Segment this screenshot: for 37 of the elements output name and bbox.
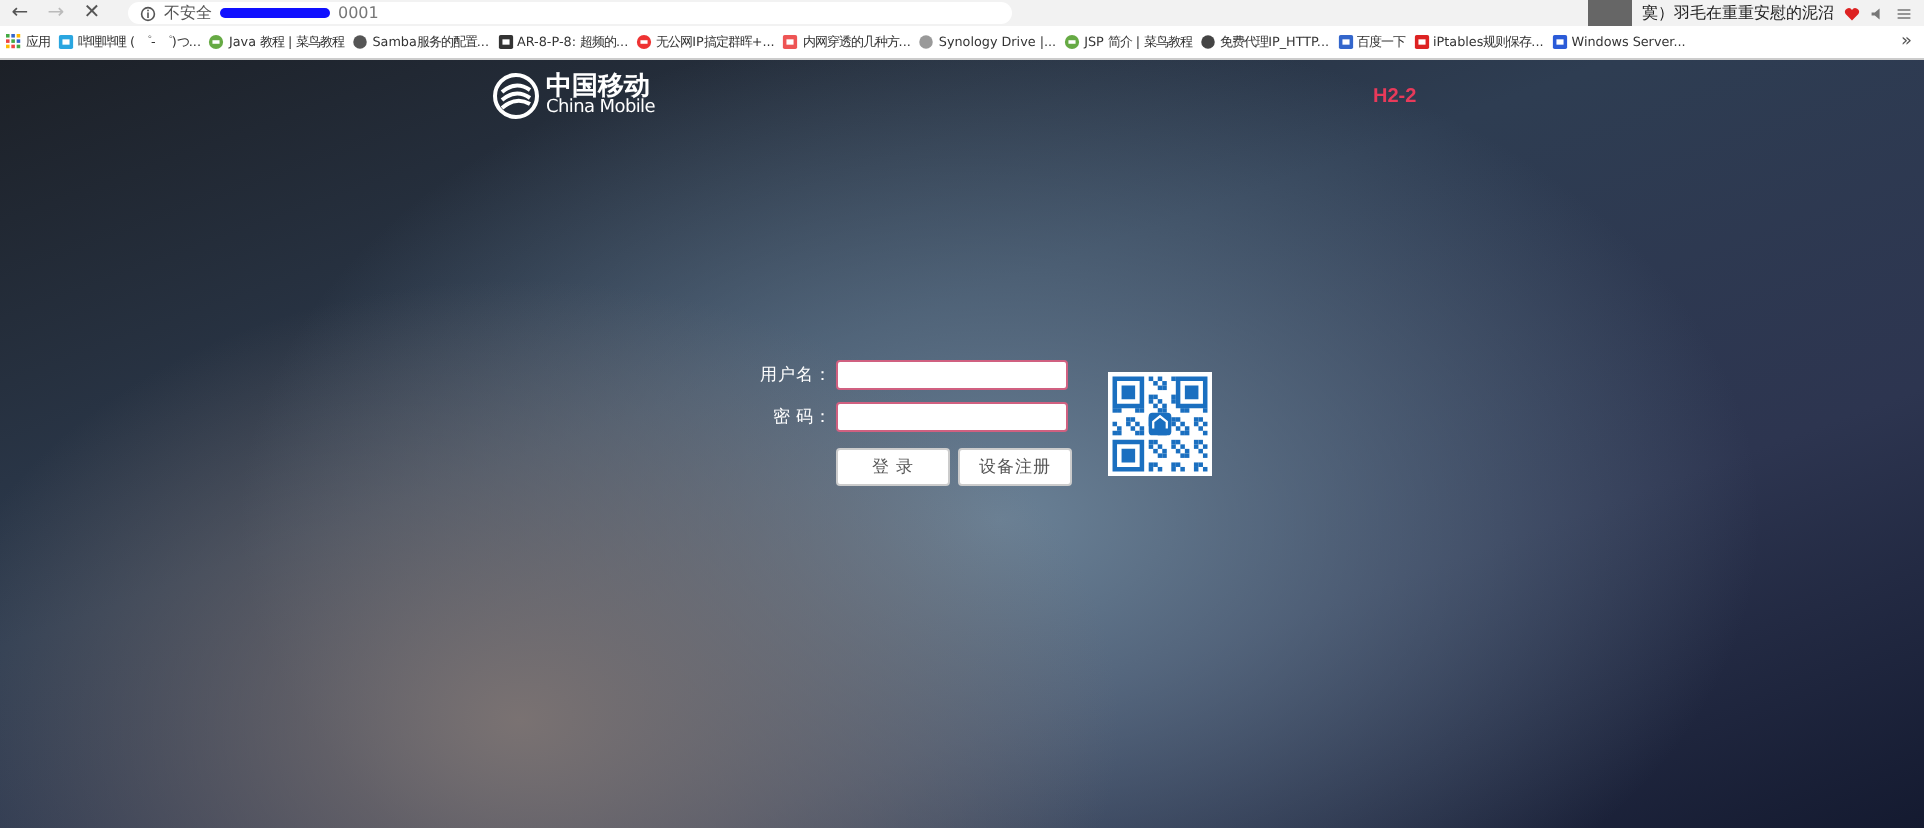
address-text: 0001 [338,4,379,22]
address-bar[interactable]: 不安全 0001 [128,2,1012,24]
site-icon [352,34,369,50]
photo-placeholder [1588,0,1632,26]
login-button[interactable]: 登 录 [836,448,950,486]
logo-english-text: China Mobile [546,100,655,118]
password-label: 密 码： [770,405,832,429]
site-icon [497,34,513,50]
password-field[interactable] [836,402,1068,432]
speaker-icon[interactable] [1870,5,1886,21]
site-icon [58,34,74,50]
nav-button[interactable]: ✕ [80,2,104,24]
username-label: 用户名： [758,363,832,387]
apps-grid-icon [6,34,22,50]
site-icon [1413,34,1430,50]
site-icon [1064,34,1081,50]
username-field[interactable] [836,360,1068,390]
logo-icon [492,72,540,120]
logo-chinese-text: 中国移动 [546,74,650,100]
info-icon [140,5,156,21]
site-icon [208,34,225,50]
site-icon [918,34,935,50]
device-model-label: H2-2 [1373,85,1417,107]
site-icon [782,34,799,50]
site-icon [636,34,653,50]
security-label: 不安全 [164,2,212,24]
redaction-mark [220,8,330,18]
menu-icon[interactable] [1896,5,1912,21]
media-title: 寞）羽毛在重重安慰的泥沼 [1642,2,1834,24]
heart-icon[interactable] [1844,5,1860,21]
more-bookmarks-button[interactable]: » [1900,32,1924,52]
register-button[interactable]: 设备注册 [958,448,1072,486]
qr-code-icon [1108,371,1212,475]
site-icon [1551,34,1568,50]
nav-button[interactable]: ← [8,2,32,24]
site-icon [1200,34,1217,50]
site-icon [1337,34,1354,50]
